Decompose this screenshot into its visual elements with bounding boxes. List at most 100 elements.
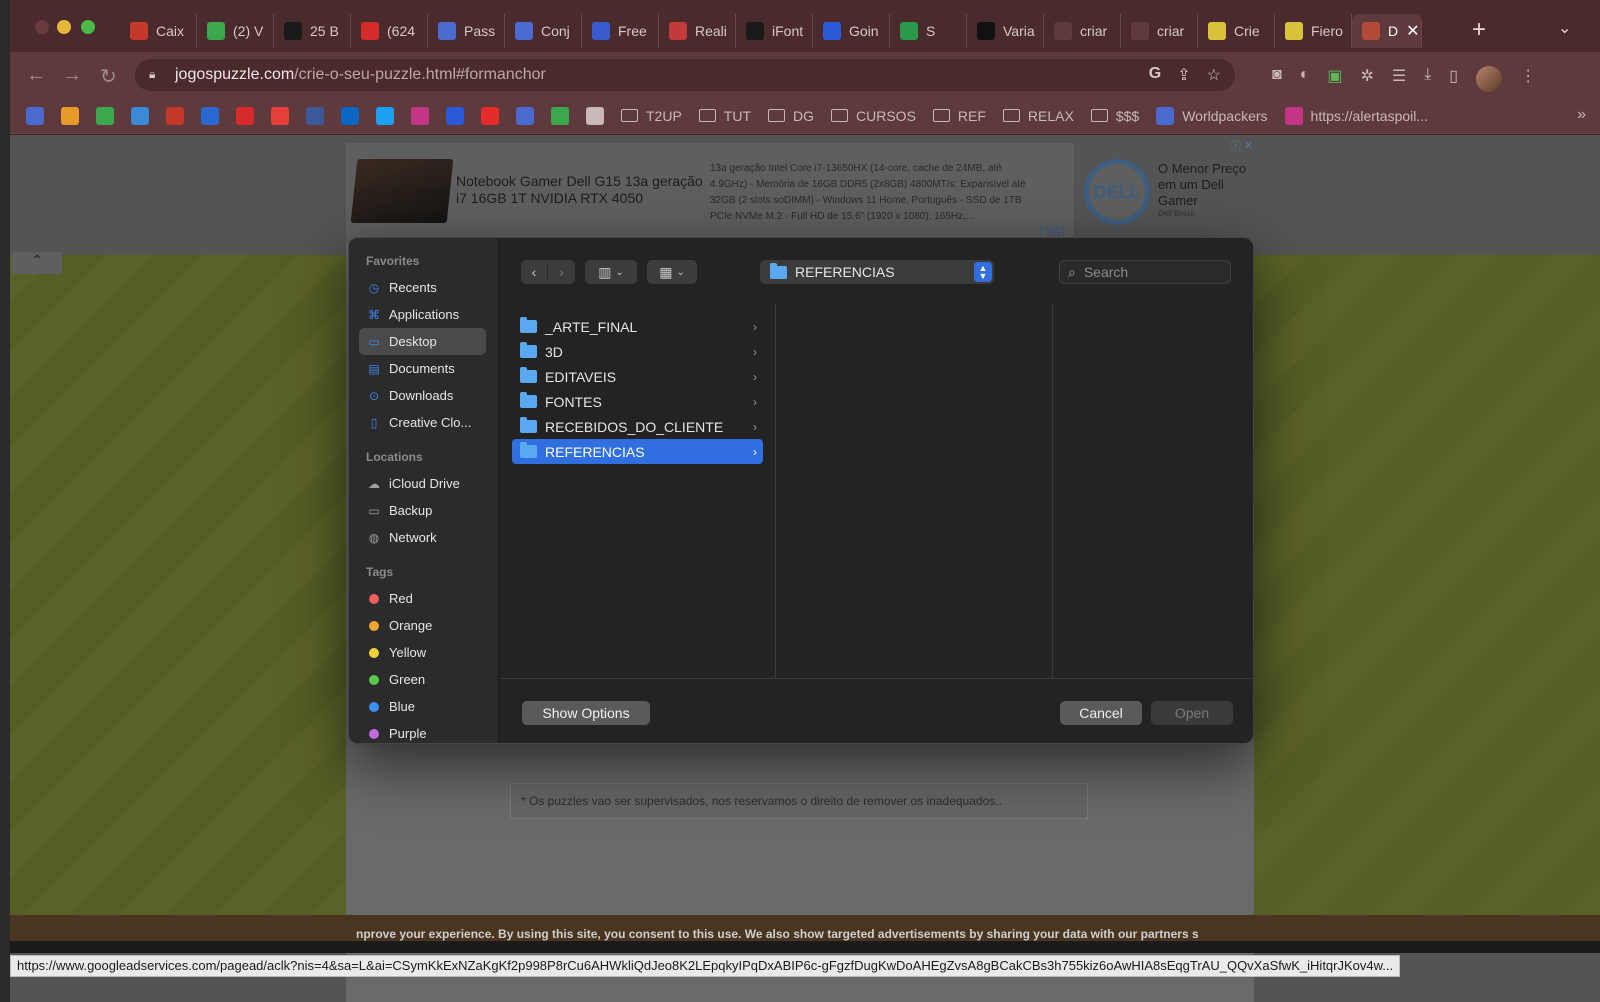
bookmark-icon[interactable] xyxy=(586,106,604,125)
tab[interactable]: Crie xyxy=(1198,14,1275,48)
ad-banner[interactable]: Notebook Gamer Dell G15 13a geração i7 1… xyxy=(346,143,1074,243)
extensions-puzzle-icon[interactable]: ✲ xyxy=(1360,66,1373,92)
tab[interactable]: Fiero xyxy=(1275,14,1352,48)
tab[interactable]: Reali xyxy=(659,14,736,48)
bookmark-icon[interactable] xyxy=(376,106,394,125)
sidebar-item-yellow[interactable]: Yellow xyxy=(349,639,498,666)
sidebar-item-desktop[interactable]: ▭ Desktop xyxy=(359,328,486,355)
sidebar-item-green[interactable]: Green xyxy=(349,666,498,693)
folder-row[interactable]: REFERENCIAS › xyxy=(512,439,763,464)
download-icon[interactable]: ⤓ xyxy=(1424,66,1431,92)
forward-chevron-icon[interactable]: › xyxy=(548,264,575,280)
ad-close-icon[interactable]: ⓘ ✕ xyxy=(1230,137,1253,153)
bookmark-folder[interactable]: T2UP xyxy=(621,108,682,124)
media-icon[interactable]: ☰ xyxy=(1392,66,1406,92)
sidebar-item-recents[interactable]: ◷ Recents xyxy=(349,274,498,301)
bookmark-icon[interactable] xyxy=(96,106,114,125)
bookmark-icon[interactable] xyxy=(551,106,569,125)
tab[interactable]: S xyxy=(890,14,967,48)
address-bar[interactable]: 🔒︎ jogospuzzle.com/crie-o-seu-puzzle.htm… xyxy=(135,59,1235,91)
bookmark-icon[interactable] xyxy=(306,106,324,125)
sidebar-item-red[interactable]: Red xyxy=(349,585,498,612)
bookmark-icon[interactable] xyxy=(236,106,254,125)
sidebar-item-network[interactable]: ◍ Network xyxy=(349,524,498,551)
folder-row[interactable]: FONTES › xyxy=(512,389,763,414)
tab[interactable]: criar xyxy=(1044,14,1121,48)
camera-icon[interactable]: ◙ xyxy=(1272,66,1282,92)
bookmark-alerta[interactable]: https://alertaspoil... xyxy=(1284,106,1428,125)
bookmark-worldpackers[interactable]: Worldpackers xyxy=(1156,106,1268,125)
folder-row[interactable]: 3D › xyxy=(512,339,763,364)
new-tab-button[interactable]: + xyxy=(1472,16,1486,44)
show-options-button[interactable]: Show Options xyxy=(522,701,650,725)
bookmark-icon[interactable] xyxy=(341,106,359,125)
bookmarks-overflow-icon[interactable]: » xyxy=(1577,106,1586,124)
group-button[interactable]: ▦ ⌄ xyxy=(647,260,697,284)
sidebar-item-blue[interactable]: Blue xyxy=(349,693,498,720)
share-icon[interactable]: ⇪ xyxy=(1177,65,1190,85)
close-tab-icon[interactable]: ✕ xyxy=(1406,21,1419,41)
tab[interactable]: Caix xyxy=(120,14,197,48)
sidebar-item-creative-clo[interactable]: ▯ Creative Clo... xyxy=(349,409,498,436)
search-field[interactable]: ⌕ xyxy=(1059,260,1231,284)
reload-icon[interactable]: ↻ xyxy=(100,64,117,89)
sidebar-item-icloud-drive[interactable]: ☁ iCloud Drive xyxy=(349,470,498,497)
bookmark-icon[interactable] xyxy=(411,106,429,125)
ad-title[interactable]: Notebook Gamer Dell G15 13a geração i7 1… xyxy=(456,173,706,207)
location-popup[interactable]: REFERENCIAS ▲ ▼ xyxy=(760,260,994,284)
tab[interactable]: (624 xyxy=(351,14,428,48)
close-window-button[interactable] xyxy=(35,20,49,34)
open-button[interactable]: Open xyxy=(1151,701,1233,725)
tab[interactable]: Varia xyxy=(967,14,1044,48)
bookmark-folder[interactable]: $$$ xyxy=(1090,108,1139,124)
bookmark-icon[interactable] xyxy=(61,106,79,125)
minimize-window-button[interactable] xyxy=(57,20,71,34)
tab[interactable]: Goin xyxy=(813,14,890,48)
cancel-button[interactable]: Cancel xyxy=(1060,701,1142,725)
tab[interactable]: D ✕ xyxy=(1352,14,1422,48)
menu-kebab-icon[interactable]: ⋮ xyxy=(1520,66,1536,92)
dell-logo[interactable]: DELL xyxy=(1084,159,1150,225)
back-arrow-icon[interactable]: ← xyxy=(26,64,46,87)
bookmark-icon[interactable] xyxy=(516,106,534,125)
bookmark-folder[interactable]: DG xyxy=(768,108,814,124)
bookmark-folder[interactable]: TUT xyxy=(698,108,751,124)
profile-avatar[interactable] xyxy=(1476,66,1503,92)
side-panel-icon[interactable]: ▯ xyxy=(1449,66,1458,92)
search-input[interactable] xyxy=(1083,264,1214,280)
tab[interactable]: Pass xyxy=(428,14,505,48)
bookmark-icon[interactable] xyxy=(131,106,149,125)
tab[interactable]: Free xyxy=(582,14,659,48)
bookmark-star-icon[interactable]: ☆ xyxy=(1207,65,1221,85)
collapse-ad-button[interactable]: ⌃ xyxy=(12,252,62,274)
bookmark-folder[interactable]: REF xyxy=(932,108,986,124)
tab[interactable]: 25 B xyxy=(274,14,351,48)
forward-arrow-icon[interactable]: → xyxy=(62,64,82,87)
bookmark-icon[interactable] xyxy=(201,106,219,125)
google-icon[interactable]: G xyxy=(1149,65,1161,85)
sidebar-item-documents[interactable]: ▤ Documents xyxy=(349,355,498,382)
back-chevron-icon[interactable]: ‹ xyxy=(521,264,548,280)
bookmark-icon[interactable] xyxy=(271,106,289,125)
tab[interactable]: (2) V xyxy=(197,14,274,48)
bookmark-folder[interactable]: CURSOS xyxy=(831,108,916,124)
bookmark-icon[interactable] xyxy=(26,106,44,125)
sidebar-item-orange[interactable]: Orange xyxy=(349,612,498,639)
sidebar-item-purple[interactable]: Purple xyxy=(349,720,498,743)
extension-c-icon[interactable]: ◐ xyxy=(1300,66,1310,92)
sidebar-item-backup[interactable]: ▭ Backup xyxy=(349,497,498,524)
bookmark-icon[interactable] xyxy=(481,106,499,125)
tab[interactable]: iFont xyxy=(736,14,813,48)
folder-row[interactable]: _ARTE_FINAL › xyxy=(512,314,763,339)
extension-square-icon[interactable]: ▣ xyxy=(1327,66,1342,92)
folder-row[interactable]: EDITAVEIS › xyxy=(512,364,763,389)
sidebar-item-downloads[interactable]: ⊙ Downloads xyxy=(349,382,498,409)
maximize-window-button[interactable] xyxy=(81,20,95,34)
tab[interactable]: criar xyxy=(1121,14,1198,48)
tab-search-chevron-icon[interactable]: ⌄ xyxy=(1558,18,1571,38)
folder-row[interactable]: RECEBIDOS_DO_CLIENTE › xyxy=(512,414,763,439)
sidebar-item-applications[interactable]: ⌘ Applications xyxy=(349,301,498,328)
bookmark-icon[interactable] xyxy=(446,106,464,125)
bookmark-folder[interactable]: RELAX xyxy=(1002,108,1074,124)
bookmark-icon[interactable] xyxy=(166,106,184,125)
